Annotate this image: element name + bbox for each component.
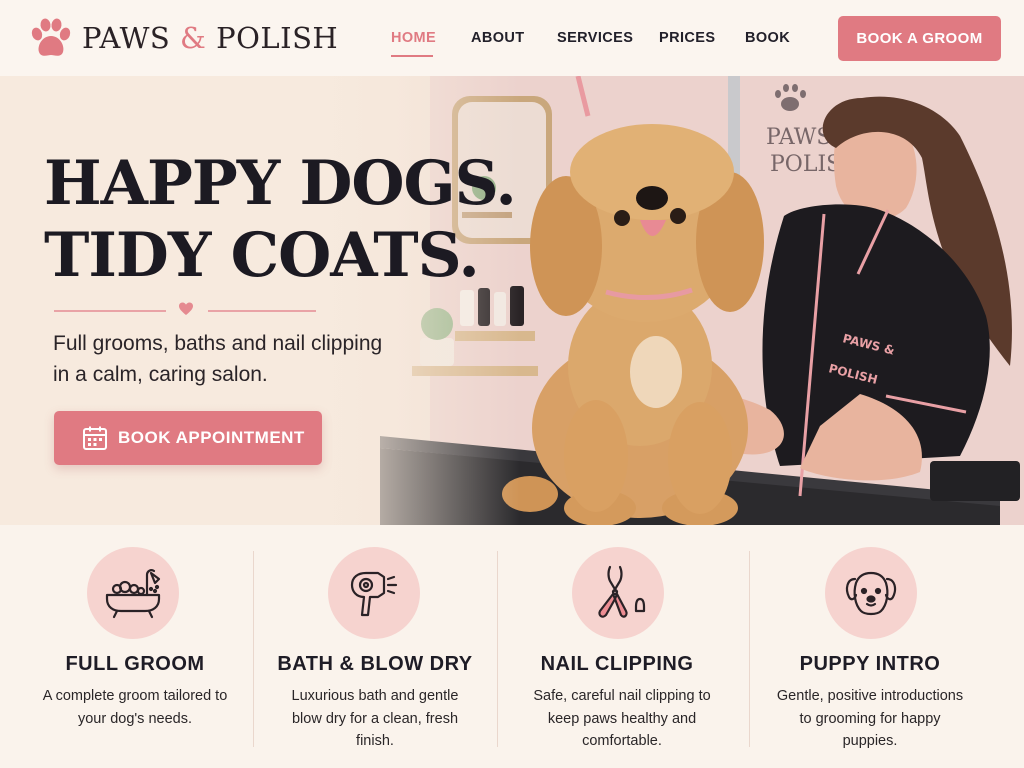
service-title: BATH & BLOW DRY xyxy=(277,653,473,675)
nail-clipper-icon xyxy=(598,565,646,618)
hair-dryer-icon xyxy=(350,571,398,617)
nav-prices[interactable]: PRICES xyxy=(659,30,715,46)
nav-about[interactable]: ABOUT xyxy=(471,30,525,46)
hero-divider xyxy=(54,301,316,321)
puppy-icon xyxy=(845,571,897,616)
heart-icon xyxy=(179,302,193,315)
service-description: Luxurious bath and gentle blow dry for a… xyxy=(291,688,459,749)
service-icon-circle xyxy=(572,547,664,639)
service-description: Gentle, positive introductions to groomi… xyxy=(776,688,964,749)
service-card-nail-clipping[interactable]: NAIL CLIPPING Safe, careful nail clippin… xyxy=(492,525,742,768)
nav-active-underline xyxy=(391,55,433,57)
divider-line-left xyxy=(54,310,166,312)
brand-logo[interactable]: PAWS & POLISH xyxy=(28,16,338,60)
hero-headline: HAPPY DOGS. TIDY COATS. xyxy=(44,148,517,292)
divider-line-right xyxy=(208,310,316,312)
hero-section: PAWS & POLISH PAWS & POLISH HAPPY DOGS. … xyxy=(0,76,1024,525)
service-icon-circle xyxy=(328,547,420,639)
service-card-bath-blow-dry[interactable]: BATH & BLOW DRY Luxurious bath and gentl… xyxy=(250,525,500,768)
book-appointment-button[interactable]: BOOK APPOINTMENT xyxy=(54,411,322,465)
nav-home[interactable]: HOME xyxy=(391,30,436,46)
bathtub-icon xyxy=(105,569,161,619)
service-description: A complete groom tailored to your dog's … xyxy=(42,688,228,727)
service-card-puppy-intro[interactable]: PUPPY INTRO Gentle, positive introductio… xyxy=(745,525,995,768)
service-title: PUPPY INTRO xyxy=(799,653,941,675)
service-description: Safe, careful nail clipping to keep paws… xyxy=(533,688,711,749)
service-title: NAIL CLIPPING xyxy=(540,653,694,675)
paw-icon xyxy=(31,18,71,56)
services-section: FULL GROOM A complete groom tailored to … xyxy=(0,525,1024,768)
brand-name: PAWS & POLISH xyxy=(82,21,339,55)
book-appointment-label: BOOK APPOINTMENT xyxy=(118,428,305,447)
service-icon-circle xyxy=(825,547,917,639)
service-title: FULL GROOM xyxy=(65,653,205,675)
nav-book[interactable]: BOOK xyxy=(745,30,790,46)
site-header: PAWS & POLISH HOME ABOUT SERVICES PRICES… xyxy=(0,0,1024,76)
hero-headline-line2: TIDY COATS. xyxy=(44,220,480,291)
service-icon-circle xyxy=(87,547,179,639)
hero-subtitle: Full grooms, baths and nail clipping in … xyxy=(53,332,383,386)
book-a-groom-button[interactable]: BOOK A GROOM xyxy=(838,16,1001,61)
service-card-full-groom[interactable]: FULL GROOM A complete groom tailored to … xyxy=(10,525,260,768)
nav-services[interactable]: SERVICES xyxy=(557,30,633,46)
hero-headline-line1: HAPPY DOGS. xyxy=(44,148,517,219)
calendar-icon xyxy=(83,426,107,450)
